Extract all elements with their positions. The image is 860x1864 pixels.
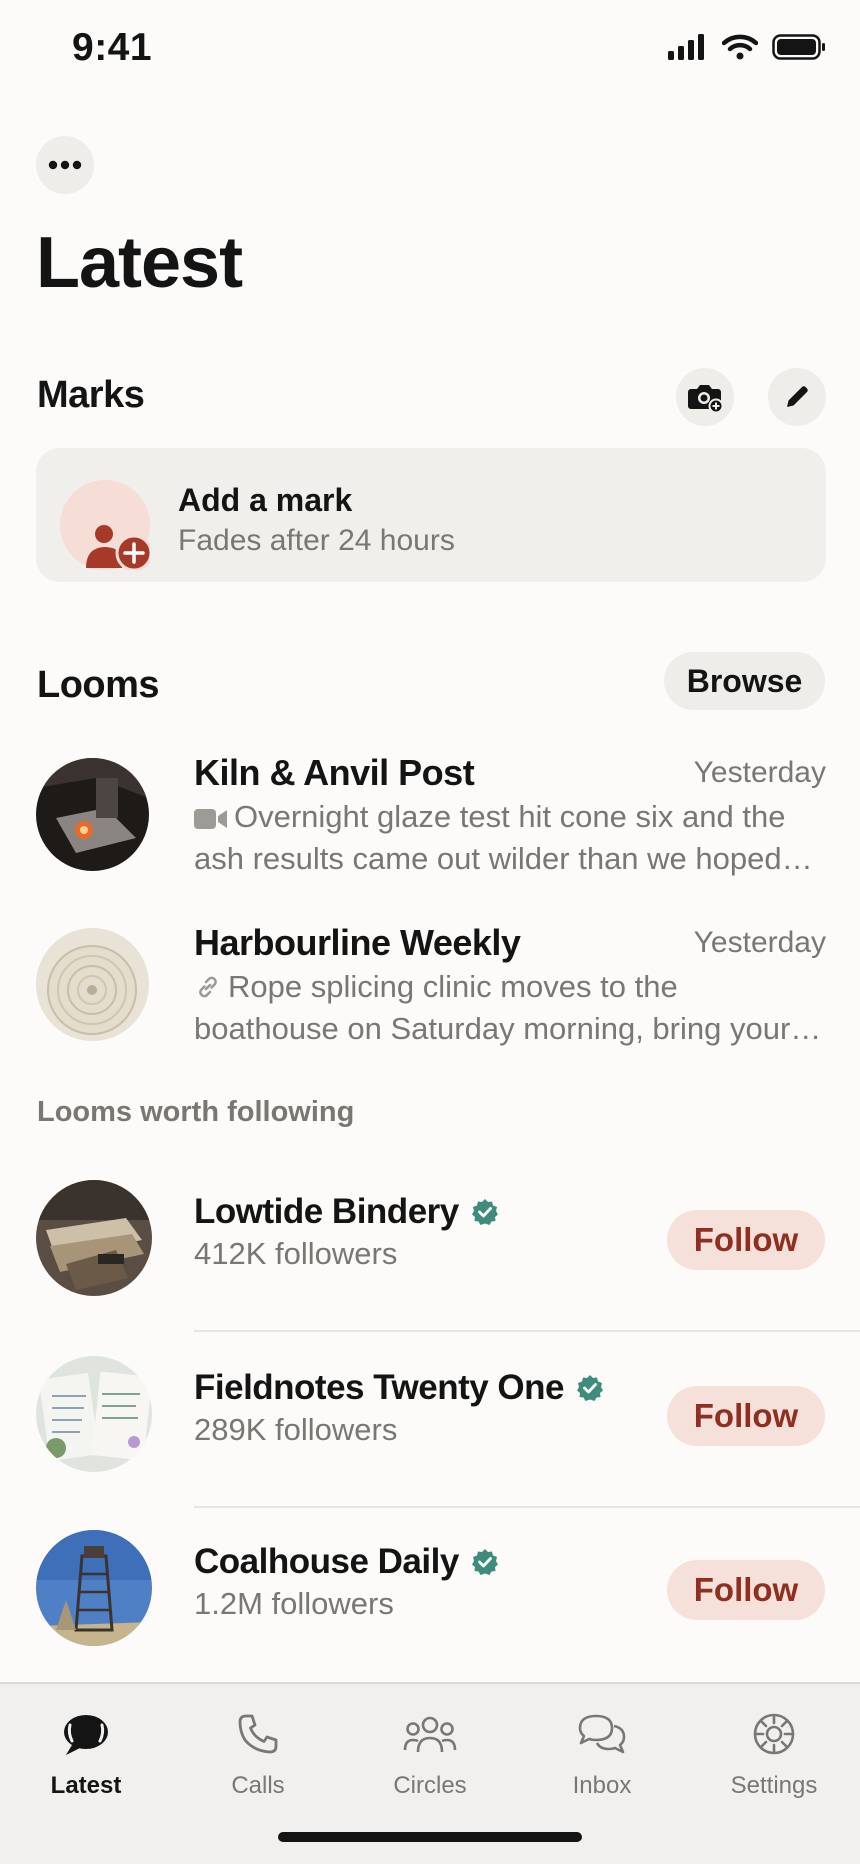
suggestion-avatar [36, 1530, 152, 1646]
suggestion-name-wrap: Coalhouse Daily [194, 1542, 499, 1582]
tab-latest[interactable]: Latest [0, 1706, 172, 1800]
verified-badge-icon [471, 1549, 498, 1575]
pencil-icon [787, 386, 808, 407]
wifi-icon [722, 34, 758, 60]
status-icons [668, 34, 826, 60]
add-mark-title: Add a mark [178, 482, 353, 518]
gear-icon [753, 1713, 795, 1755]
loom-time: Yesterday [693, 926, 826, 959]
loom-avatar [36, 758, 149, 871]
loom-row[interactable]: Harbourline Weekly Yesterday Rope splici… [0, 922, 860, 1062]
link-icon [199, 976, 217, 998]
double-bubble-icon [578, 1714, 626, 1754]
suggestion-row[interactable]: Coalhouse Daily 1.2M followers Follow [0, 1504, 860, 1680]
loom-preview: Rope splicing clinic moves to the boatho… [194, 966, 826, 1050]
tab-settings[interactable]: Settings [688, 1706, 860, 1800]
verified-badge-icon [577, 1375, 604, 1401]
looms-section-title: Looms [37, 664, 160, 706]
tab-label: Calls [231, 1772, 285, 1799]
tab-inbox[interactable]: Inbox [516, 1706, 688, 1800]
battery-icon [772, 34, 825, 60]
loom-time: Yesterday [693, 756, 826, 789]
suggestion-followers: 289K followers [194, 1412, 398, 1447]
suggestion-name-wrap: Lowtide Bindery [194, 1192, 499, 1232]
camera-add-icon [688, 385, 723, 413]
suggestion-followers: 1.2M followers [194, 1586, 394, 1621]
people-icon [403, 1716, 457, 1753]
tab-label: Latest [50, 1772, 122, 1799]
suggestion-name: Fieldnotes Twenty One [194, 1368, 565, 1407]
loom-row[interactable]: Kiln & Anvil Post Yesterday Overnight gl… [0, 752, 860, 892]
ellipsis-icon [48, 160, 82, 170]
tab-label: Inbox [572, 1772, 632, 1799]
follow-button[interactable]: Follow [667, 1560, 825, 1620]
signal-icon [668, 34, 704, 60]
suggestion-name-wrap: Fieldnotes Twenty One [194, 1368, 604, 1408]
camera-button[interactable] [676, 368, 734, 426]
verified-badge-icon [471, 1199, 498, 1225]
add-mark-card[interactable]: Add a mark Fades after 24 hours [36, 448, 826, 582]
suggestion-name: Lowtide Bindery [194, 1192, 459, 1231]
status-time: 9:41 [72, 26, 153, 69]
add-mark-avatar [60, 480, 150, 570]
marks-section-title: Marks [37, 374, 145, 416]
suggestions-title: Looms worth following [37, 1096, 355, 1128]
follow-button[interactable]: Follow [667, 1386, 825, 1446]
more-options-button[interactable] [36, 136, 94, 194]
phone-icon [238, 1714, 278, 1754]
screen: 9:41 Latest Marks Add a mark Fades after… [0, 0, 860, 1864]
add-person-icon [86, 525, 150, 570]
suggestion-avatar [36, 1356, 152, 1472]
loom-preview-text: Rope splicing clinic moves to the boatho… [194, 969, 791, 1046]
chat-bubble-icon [64, 1715, 108, 1755]
tab-calls[interactable]: Calls [172, 1706, 344, 1800]
add-mark-subtitle: Fades after 24 hours [178, 524, 455, 557]
compose-button[interactable] [768, 368, 826, 426]
tab-label: Settings [730, 1772, 818, 1799]
suggestion-row[interactable]: Lowtide Bindery 412K followers Follow [0, 1154, 860, 1330]
loom-preview-text: Overnight glaze test hit cone six and th… [194, 799, 786, 876]
loom-name: Kiln & Anvil Post [194, 752, 475, 793]
browse-button[interactable]: Browse [664, 652, 825, 710]
suggestion-followers: 412K followers [194, 1236, 398, 1271]
tab-label: Circles [393, 1772, 467, 1799]
page-title: Latest [36, 223, 243, 303]
suggestion-avatar [36, 1180, 152, 1296]
home-indicator [278, 1832, 582, 1842]
video-icon [194, 809, 227, 829]
follow-button[interactable]: Follow [667, 1210, 825, 1270]
loom-name: Harbourline Weekly [194, 922, 521, 963]
suggestion-row[interactable]: Fieldnotes Twenty One 289K followers Fol… [0, 1330, 860, 1506]
loom-preview: Overnight glaze test hit cone six and th… [194, 796, 826, 880]
tab-circles[interactable]: Circles [344, 1706, 516, 1800]
suggestion-name: Coalhouse Daily [194, 1542, 459, 1581]
loom-avatar [36, 928, 149, 1041]
